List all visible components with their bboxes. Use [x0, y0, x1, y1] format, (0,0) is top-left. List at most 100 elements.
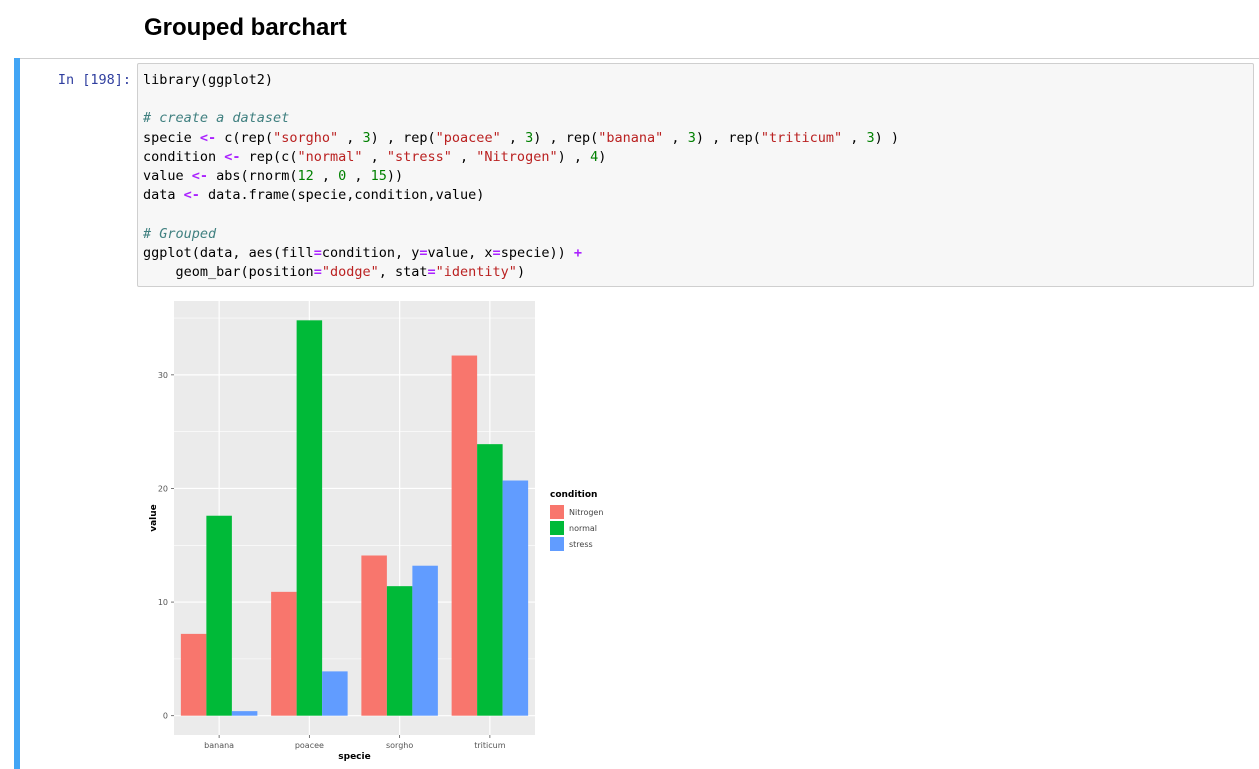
code-token: <- — [183, 187, 200, 204]
code-token: "Nitrogen" — [476, 148, 558, 165]
code-token: , — [500, 129, 526, 146]
code-token: condition, y — [321, 244, 420, 261]
y-tick-label: 0 — [163, 712, 168, 721]
code-token: ) ) — [874, 129, 900, 146]
code-token: <- — [191, 168, 209, 184]
code-line: value <- abs(rnorm(12 , 0 , 15)) — [143, 167, 403, 186]
bar-nitrogen-sorgho — [361, 555, 387, 716]
code-token: "stress" — [386, 148, 452, 165]
code-token: ) — [598, 148, 607, 165]
bar-stress-banana — [231, 711, 258, 716]
bar-normal-poacee — [296, 320, 323, 716]
code-token: = — [419, 244, 428, 261]
bar-normal-sorgho — [386, 586, 413, 716]
bar-nitrogen-banana — [180, 633, 207, 716]
legend-label: Nitrogen — [569, 508, 603, 517]
input-prompt: In [198]: — [57, 72, 131, 88]
code-line: # Grouped — [143, 225, 216, 244]
code-token: ggplot(data, aes(fill — [143, 244, 314, 261]
code-token: 15 — [370, 168, 387, 184]
y-tick-label: 20 — [158, 484, 168, 493]
code-token: condition — [143, 148, 225, 165]
code-token: ) , — [557, 148, 591, 165]
bar-nitrogen-poacee — [271, 591, 297, 716]
legend-label: stress — [569, 540, 593, 549]
code-token: , — [338, 129, 363, 146]
code-token: "sorgho" — [273, 129, 339, 146]
code-token: = — [313, 264, 322, 280]
code-token: "identity" — [435, 264, 517, 280]
code-token: value — [143, 168, 192, 184]
code-token: + — [573, 244, 582, 261]
code-token: 12 — [297, 168, 314, 184]
code-line: library(ggplot2) — [143, 71, 273, 90]
code-token: "normal" — [297, 148, 363, 165]
code-token: c(rep( — [216, 129, 274, 146]
code-token: # create a dataset — [143, 110, 290, 127]
bar-stress-sorgho — [412, 565, 438, 716]
grouped-bar-chart: 0 10 20 30 banana poacee sorgho triticum specie v… — [137, 293, 617, 769]
code-token: , stat — [378, 264, 428, 280]
code-token: data — [143, 187, 184, 204]
code-token: specie — [143, 129, 200, 146]
code-token: 3 — [687, 129, 696, 146]
bar-stress-triticum — [502, 480, 529, 716]
code-token: ) , rep( — [370, 129, 436, 146]
markdown-heading: Grouped barchart — [144, 14, 347, 41]
code-token: "dodge" — [321, 264, 379, 280]
code-token: library(ggplot2) — [143, 72, 274, 88]
x-tick-label: sorgho — [386, 741, 413, 750]
code-line: data <- data.frame(specie,condition,valu… — [143, 186, 484, 205]
code-token: <- — [224, 148, 241, 165]
code-token: geom_bar(position — [143, 264, 314, 280]
bar-nitrogen-triticum — [451, 355, 478, 716]
code-token: # Grouped — [143, 225, 217, 242]
code-token: = — [492, 244, 501, 261]
code-token: , — [362, 148, 387, 165]
legend-label: normal — [569, 524, 597, 533]
code-token: "triticum" — [760, 129, 843, 146]
code-token: abs(rnorm( — [208, 168, 298, 184]
code-token: 4 — [590, 148, 599, 165]
code-token: value, x — [427, 244, 493, 261]
y-tick-label: 10 — [158, 598, 168, 607]
code-token: specie)) — [500, 244, 574, 261]
y-axis-title: value — [149, 504, 159, 532]
code-token: = — [313, 244, 322, 261]
x-tick-label: triticum — [474, 741, 505, 750]
code-token: "banana" — [598, 129, 664, 146]
legend-key-normal — [550, 521, 564, 535]
code-token: 3 — [866, 129, 875, 146]
code-line: # create a dataset — [143, 109, 289, 128]
code-token: , — [842, 129, 867, 146]
x-tick-label: banana — [204, 741, 234, 750]
x-tick-label: poacee — [295, 741, 324, 750]
bar-stress-poacee — [322, 671, 348, 716]
code-token: <- — [199, 129, 217, 146]
code-token: ) , rep( — [533, 129, 599, 146]
code-line: condition <- rep(c("normal" , "stress" ,… — [143, 148, 606, 167]
code-token: ) , rep( — [695, 129, 761, 146]
code-token: "poacee" — [435, 129, 501, 146]
x-axis-title: specie — [338, 752, 370, 762]
code-token: )) — [386, 168, 404, 184]
code-token: rep(c( — [240, 148, 298, 165]
cell-divider — [14, 58, 1259, 59]
bar-normal-triticum — [477, 444, 503, 716]
code-token: 3 — [525, 129, 534, 146]
code-token: ) — [516, 264, 526, 280]
bar-normal-banana — [206, 515, 232, 716]
code-token: , — [313, 168, 339, 184]
code-token: , — [451, 148, 477, 165]
legend-key-nitrogen — [550, 505, 564, 519]
code-token: , — [663, 129, 688, 146]
code-line: ggplot(data, aes(fill=condition, y=value… — [143, 244, 582, 263]
code-token: , — [346, 168, 371, 184]
cell-selection-bar[interactable] — [14, 58, 20, 769]
code-token: data.frame(specie,condition,value) — [199, 187, 485, 204]
code-line: geom_bar(position="dodge", stat="identit… — [143, 263, 526, 282]
legend-key-stress — [550, 537, 564, 551]
output-area: 0 10 20 30 banana poacee sorgho triticum specie v… — [137, 293, 1254, 769]
code-token: = — [427, 264, 436, 280]
y-tick-label: 30 — [158, 371, 168, 380]
